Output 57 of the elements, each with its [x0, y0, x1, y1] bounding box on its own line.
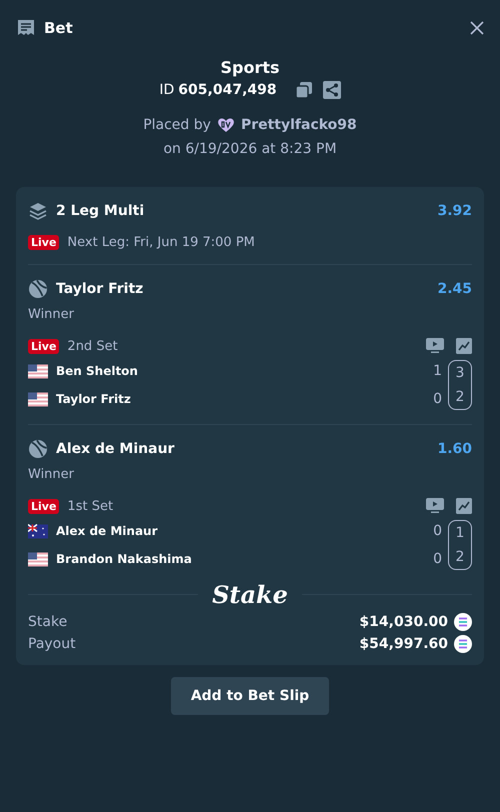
tv-icon[interactable]: [426, 498, 444, 514]
coin-icon: [454, 613, 472, 631]
dialog-title: Bet: [44, 19, 73, 37]
flag-icon: [28, 364, 48, 378]
flag-icon: [28, 524, 48, 538]
stats-chart-icon[interactable]: [456, 338, 472, 354]
brand-logo: Stake: [212, 580, 288, 609]
tennis-ball-icon: [28, 279, 48, 299]
bet-category: Sports: [220, 58, 280, 77]
placed-date: on 6/19/2026 at 8:23 PM: [163, 141, 337, 157]
bet-id: 605,047,498: [178, 82, 277, 98]
layers-icon: [28, 201, 48, 221]
set-score: 2: [456, 389, 464, 405]
game-score: 0: [433, 551, 442, 567]
flag-icon: [28, 552, 48, 566]
username-link[interactable]: Prettylfacko98: [240, 117, 357, 133]
close-button[interactable]: [470, 21, 484, 35]
live-badge: Live: [28, 498, 60, 514]
game-score: 0: [433, 523, 442, 539]
multi-title: 2 Leg Multi: [56, 203, 144, 219]
placed-by-label: Placed by: [143, 117, 211, 133]
flag-icon: [28, 392, 48, 406]
odds: 1.60: [437, 441, 472, 457]
next-leg-time: Next Leg: Fri, Jun 19 7:00 PM: [67, 235, 255, 250]
total-label: Payout: [28, 636, 76, 652]
selection-name: Taylor Fritz: [56, 281, 144, 297]
copy-button[interactable]: [294, 81, 313, 99]
live-badge: Live: [28, 235, 60, 250]
amount: $54,997.60: [359, 636, 448, 652]
set-score: 2: [456, 549, 464, 565]
live-badge: Live: [28, 338, 60, 354]
coin-icon: [454, 635, 472, 653]
player-name: Brandon Nakashima: [56, 552, 193, 566]
heart-badge-icon: [216, 117, 235, 133]
set-score: 1: [456, 525, 464, 541]
total-label: Stake: [28, 614, 68, 630]
market-name: Winner: [28, 467, 76, 482]
match-period: 1st Set: [67, 498, 114, 514]
match-period: 2nd Set: [67, 338, 118, 354]
bet-id-label: ID: [159, 82, 174, 98]
odds: 2.45: [437, 281, 472, 297]
share-button[interactable]: [322, 81, 341, 99]
add-to-bet-slip-button[interactable]: Add to Bet Slip: [170, 677, 330, 715]
set-score: 3: [456, 365, 464, 381]
amount: $14,030.00: [359, 614, 448, 630]
player-name: Ben Shelton: [56, 364, 139, 378]
game-score: 0: [433, 391, 442, 407]
player-name: Taylor Fritz: [56, 392, 132, 406]
stats-chart-icon[interactable]: [456, 498, 472, 514]
market-name: Winner: [28, 307, 76, 322]
tennis-ball-icon: [28, 439, 48, 459]
receipt-icon: [16, 18, 36, 38]
player-name: Alex de Minaur: [56, 524, 159, 538]
game-score: 1: [433, 363, 442, 379]
selection-name: Alex de Minaur: [56, 441, 174, 457]
odds: 3.92: [437, 203, 472, 219]
tv-icon[interactable]: [426, 338, 444, 354]
